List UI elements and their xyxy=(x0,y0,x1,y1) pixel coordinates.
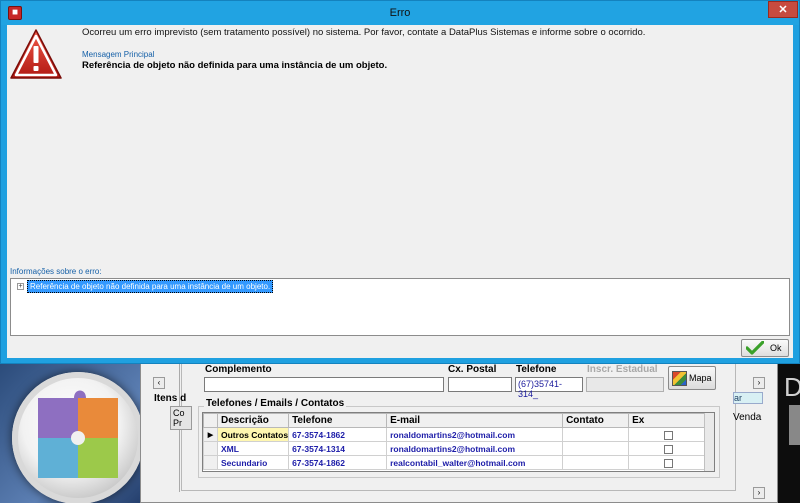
cell-contato[interactable] xyxy=(562,441,630,456)
cell-ex[interactable] xyxy=(628,427,706,442)
ok-button-label: Ok xyxy=(770,343,782,353)
side-cyan-field[interactable]: ar xyxy=(733,392,763,404)
desktop-side-bar xyxy=(789,405,800,445)
cx-postal-input[interactable] xyxy=(448,377,512,392)
ex-checkbox[interactable] xyxy=(664,430,674,440)
complemento-label: Complemento xyxy=(205,364,272,375)
table-row[interactable]: XML 67-3574-1314 ronaldomartins2@hotmail… xyxy=(203,441,706,456)
grid-corner xyxy=(203,413,218,428)
map-icon xyxy=(672,370,687,386)
main-message-heading: Mensagem Principal xyxy=(82,50,155,59)
close-button[interactable]: ✕ xyxy=(768,1,798,18)
column-telefone[interactable]: Telefone xyxy=(288,413,388,428)
cell-contato[interactable] xyxy=(562,455,630,470)
error-message: Ocorreu um erro imprevisto (sem tratamen… xyxy=(82,27,646,38)
error-info-label: Informações sobre o erro: xyxy=(10,267,102,276)
cell-descricao[interactable]: XML xyxy=(216,441,290,456)
cell-descricao[interactable]: Outros Contatos xyxy=(216,427,290,442)
cell-contato[interactable] xyxy=(562,427,630,442)
dialog-titlebar[interactable]: ■ Erro ✕ xyxy=(1,1,799,25)
ok-button[interactable]: Ok xyxy=(741,339,789,357)
error-dialog: ■ Erro ✕ Ocorreu um erro imprevisto (sem… xyxy=(0,0,800,364)
contacts-grid[interactable]: Descrição Telefone E-mail Contato Ex ▶ O… xyxy=(202,412,715,472)
cell-ex[interactable] xyxy=(628,441,706,456)
cx-postal-label: Cx. Postal xyxy=(448,364,497,375)
cell-telefone[interactable]: 67-3574-1862 xyxy=(288,455,388,470)
cell-email[interactable]: ronaldomartins2@hotmail.com xyxy=(386,441,564,456)
cell-ex[interactable] xyxy=(628,455,706,470)
contacts-group-title: Telefones / Emails / Contatos xyxy=(204,398,347,409)
table-row[interactable]: ▶ Outros Contatos 67-3574-1862 ronaldoma… xyxy=(203,427,706,442)
telefone-input[interactable]: (67)35741-314_ xyxy=(515,377,583,399)
ex-checkbox[interactable] xyxy=(664,444,674,454)
cell-email[interactable]: ronaldomartins2@hotmail.com xyxy=(386,427,564,442)
itens-label: Itens d xyxy=(154,393,187,404)
side-panel-box: Co Pr xyxy=(170,406,192,430)
table-row[interactable]: Secundario 67-3574-1862 realcontabil_wal… xyxy=(203,455,706,470)
row-indicator xyxy=(203,441,218,456)
mapa-button[interactable]: Mapa xyxy=(668,366,716,390)
side-text-2: Pr xyxy=(173,418,182,428)
column-ex[interactable]: Ex xyxy=(628,413,706,428)
expand-icon[interactable]: + xyxy=(17,283,24,290)
scroll-right-button[interactable]: › xyxy=(753,377,765,389)
cell-email[interactable]: realcontabil_walter@hotmail.com xyxy=(386,455,564,470)
scroll-left-button[interactable]: ‹ xyxy=(153,377,165,389)
side-text-1: Co xyxy=(173,408,185,418)
puzzle-logo-icon xyxy=(12,372,144,503)
cell-telefone[interactable]: 67-3574-1862 xyxy=(288,427,388,442)
cell-telefone[interactable]: 67-3574-1314 xyxy=(288,441,388,456)
column-contato[interactable]: Contato xyxy=(562,413,630,428)
grid-vertical-scrollbar[interactable] xyxy=(704,413,714,471)
scroll-right-button-2[interactable]: › xyxy=(753,487,765,499)
dialog-client-area: Ocorreu um erro imprevisto (sem tratamen… xyxy=(7,25,793,358)
row-indicator xyxy=(203,455,218,470)
cell-descricao[interactable]: Secundario xyxy=(216,455,290,470)
telefone-label: Telefone xyxy=(516,364,557,375)
mapa-button-label: Mapa xyxy=(689,373,712,383)
warning-icon xyxy=(10,29,62,79)
venda-label: Venda xyxy=(733,412,762,423)
dialog-title: Erro xyxy=(389,7,411,19)
inscr-estadual-label: Inscr. Estadual xyxy=(587,364,658,375)
tree-item-selected[interactable]: Referência de objeto não definida para u… xyxy=(27,280,274,293)
checkmark-icon xyxy=(746,341,764,355)
inscr-estadual-input xyxy=(586,377,664,392)
ex-checkbox[interactable] xyxy=(664,458,674,468)
main-message-text: Referência de objeto não definida para u… xyxy=(82,60,388,71)
column-email[interactable]: E-mail xyxy=(386,413,564,428)
complemento-input[interactable] xyxy=(204,377,444,392)
row-indicator-icon: ▶ xyxy=(203,427,218,442)
column-descricao[interactable]: Descrição xyxy=(216,413,290,428)
desktop-letter: D xyxy=(784,372,800,402)
error-info-tree[interactable]: + Referência de objeto não definida para… xyxy=(10,278,790,336)
